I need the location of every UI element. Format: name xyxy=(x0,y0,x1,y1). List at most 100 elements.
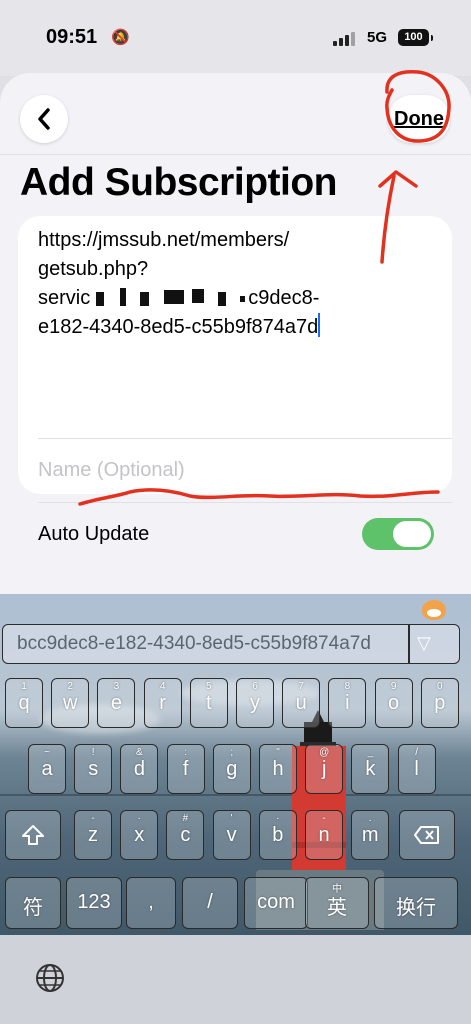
key-g[interactable]: ; g xyxy=(212,744,251,794)
key-secondary-label: 5 xyxy=(206,681,212,692)
key-,[interactable]: , xyxy=(126,877,176,929)
keyboard-mascot-icon[interactable] xyxy=(422,600,446,620)
key-secondary-label: ' xyxy=(230,813,233,824)
key-label: c xyxy=(180,824,191,846)
key-secondary-label: · xyxy=(276,813,280,824)
key-label: com xyxy=(257,891,295,913)
url-line-1: https://jmssub.net/members/ xyxy=(38,229,290,251)
key-label: d xyxy=(133,758,145,780)
key-label: n xyxy=(318,824,330,846)
key-p[interactable]: 0p xyxy=(420,678,459,728)
key-x[interactable]: · x xyxy=(120,810,159,860)
key-r[interactable]: 4r xyxy=(143,678,182,728)
url-line-4: e182-4340-8ed5-c55b9f874a7d xyxy=(38,313,438,342)
key-secondary-label: 8 xyxy=(344,681,351,692)
candidate-divider xyxy=(408,625,410,663)
key-secondary-label: 4 xyxy=(159,681,166,692)
key-label: o xyxy=(388,692,400,714)
key-secondary-label: 6 xyxy=(252,681,258,692)
key-label: t xyxy=(206,692,212,714)
key-b[interactable]: · b xyxy=(258,810,297,860)
key-d[interactable]: & d xyxy=(120,744,159,794)
key-123[interactable]: 123 xyxy=(66,877,122,929)
key-com[interactable]: com xyxy=(244,877,308,929)
key-换行[interactable]: 换行 xyxy=(374,877,458,929)
key-m[interactable]: .m xyxy=(351,810,390,860)
url-line-3: servic c9dec8- xyxy=(38,284,438,313)
key-/[interactable]: / xyxy=(182,877,238,929)
key-c[interactable]: # c xyxy=(166,810,205,860)
candidate-text[interactable]: bcc9dec8-e182-4340-8ed5-c55b9f874a7d xyxy=(17,633,387,655)
key-label: 符 xyxy=(23,897,43,919)
key-a[interactable]: ~ a xyxy=(28,744,66,794)
key-i[interactable]: 8i xyxy=(328,678,367,728)
key-k[interactable]: _ k xyxy=(351,744,390,794)
url-line-3-end: c9dec8- xyxy=(248,287,320,309)
key-secondary-label: ~ xyxy=(44,747,50,758)
backspace-key[interactable] xyxy=(399,810,455,860)
nav-divider xyxy=(0,154,471,155)
key-u[interactable]: 7u xyxy=(282,678,321,728)
key-secondary-label: " xyxy=(276,747,280,758)
key-英[interactable]: 中英 xyxy=(305,877,369,929)
key-secondary-label: - xyxy=(91,813,95,824)
key-l[interactable]: / l xyxy=(397,744,436,794)
key-q[interactable]: 1q xyxy=(5,678,43,728)
key-label: 英 xyxy=(327,897,347,919)
key-label: q xyxy=(18,692,30,714)
key-label: e xyxy=(110,692,122,714)
back-button[interactable] xyxy=(20,95,68,143)
key-label: u xyxy=(295,692,307,714)
status-time: 09:51 xyxy=(46,26,98,48)
key-j[interactable]: @ j xyxy=(305,744,344,794)
key-o[interactable]: 9o xyxy=(374,678,413,728)
key-符[interactable]: 符 xyxy=(5,877,61,929)
divider xyxy=(38,502,452,503)
done-button[interactable]: Done xyxy=(388,95,450,143)
url-line-2: getsub.php? xyxy=(38,258,149,280)
shift-key[interactable] xyxy=(5,810,61,860)
redaction-mark xyxy=(90,287,248,306)
key-label: 123 xyxy=(77,891,111,913)
key-label: r xyxy=(159,692,166,714)
form-card: https://jmssub.net/members/ getsub.php? … xyxy=(18,216,452,550)
key-secondary-label: 9 xyxy=(390,681,397,692)
key-t[interactable]: 5t xyxy=(189,678,228,728)
key-v[interactable]: ' v xyxy=(212,810,251,860)
key-f[interactable]: :f xyxy=(166,744,205,794)
key-secondary-label: . xyxy=(368,813,372,824)
key-label: m xyxy=(361,824,379,846)
key-label: k xyxy=(365,758,376,780)
signal-icon xyxy=(333,32,355,46)
globe-icon[interactable] xyxy=(34,962,66,994)
auto-update-toggle[interactable] xyxy=(362,518,434,550)
key-e[interactable]: 3e xyxy=(97,678,136,728)
key-label: b xyxy=(272,824,284,846)
keyboard-bottom-bar xyxy=(0,935,471,1024)
name-field[interactable]: Name (Optional) xyxy=(38,459,185,482)
key-label: y xyxy=(250,692,260,714)
key-w[interactable]: 2w xyxy=(51,678,90,728)
page-title: Add Subscription xyxy=(20,161,338,204)
key-label: w xyxy=(62,692,78,714)
key-label: / xyxy=(207,891,213,913)
key-label: l xyxy=(414,758,419,780)
key-h[interactable]: " h xyxy=(259,744,297,794)
auto-update-label: Auto Update xyxy=(38,523,150,545)
key-z[interactable]: -z xyxy=(74,810,112,860)
key-secondary-label: # xyxy=(182,813,189,824)
key-label: 换行 xyxy=(396,897,436,919)
url-line-3-start: servic xyxy=(38,287,91,309)
key-secondary-label: · xyxy=(137,813,141,824)
chevron-down-icon[interactable]: ▽ xyxy=(417,633,431,654)
key-s[interactable]: ! s xyxy=(74,744,113,794)
key-y[interactable]: 6y xyxy=(236,678,274,728)
key-n[interactable]: -n xyxy=(305,810,343,860)
key-secondary-label: 7 xyxy=(298,681,304,692)
key-label: a xyxy=(41,758,53,780)
keyboard: bcc9dec8-e182-4340-8ed5-c55b9f874a7d ▽ 1… xyxy=(0,594,471,935)
candidate-bar[interactable]: bcc9dec8-e182-4340-8ed5-c55b9f874a7d ▽ xyxy=(2,624,460,664)
text-cursor xyxy=(318,313,321,337)
mute-bell-icon: 🔕 xyxy=(111,29,130,46)
url-field[interactable]: https://jmssub.net/members/ getsub.php? … xyxy=(38,226,438,342)
